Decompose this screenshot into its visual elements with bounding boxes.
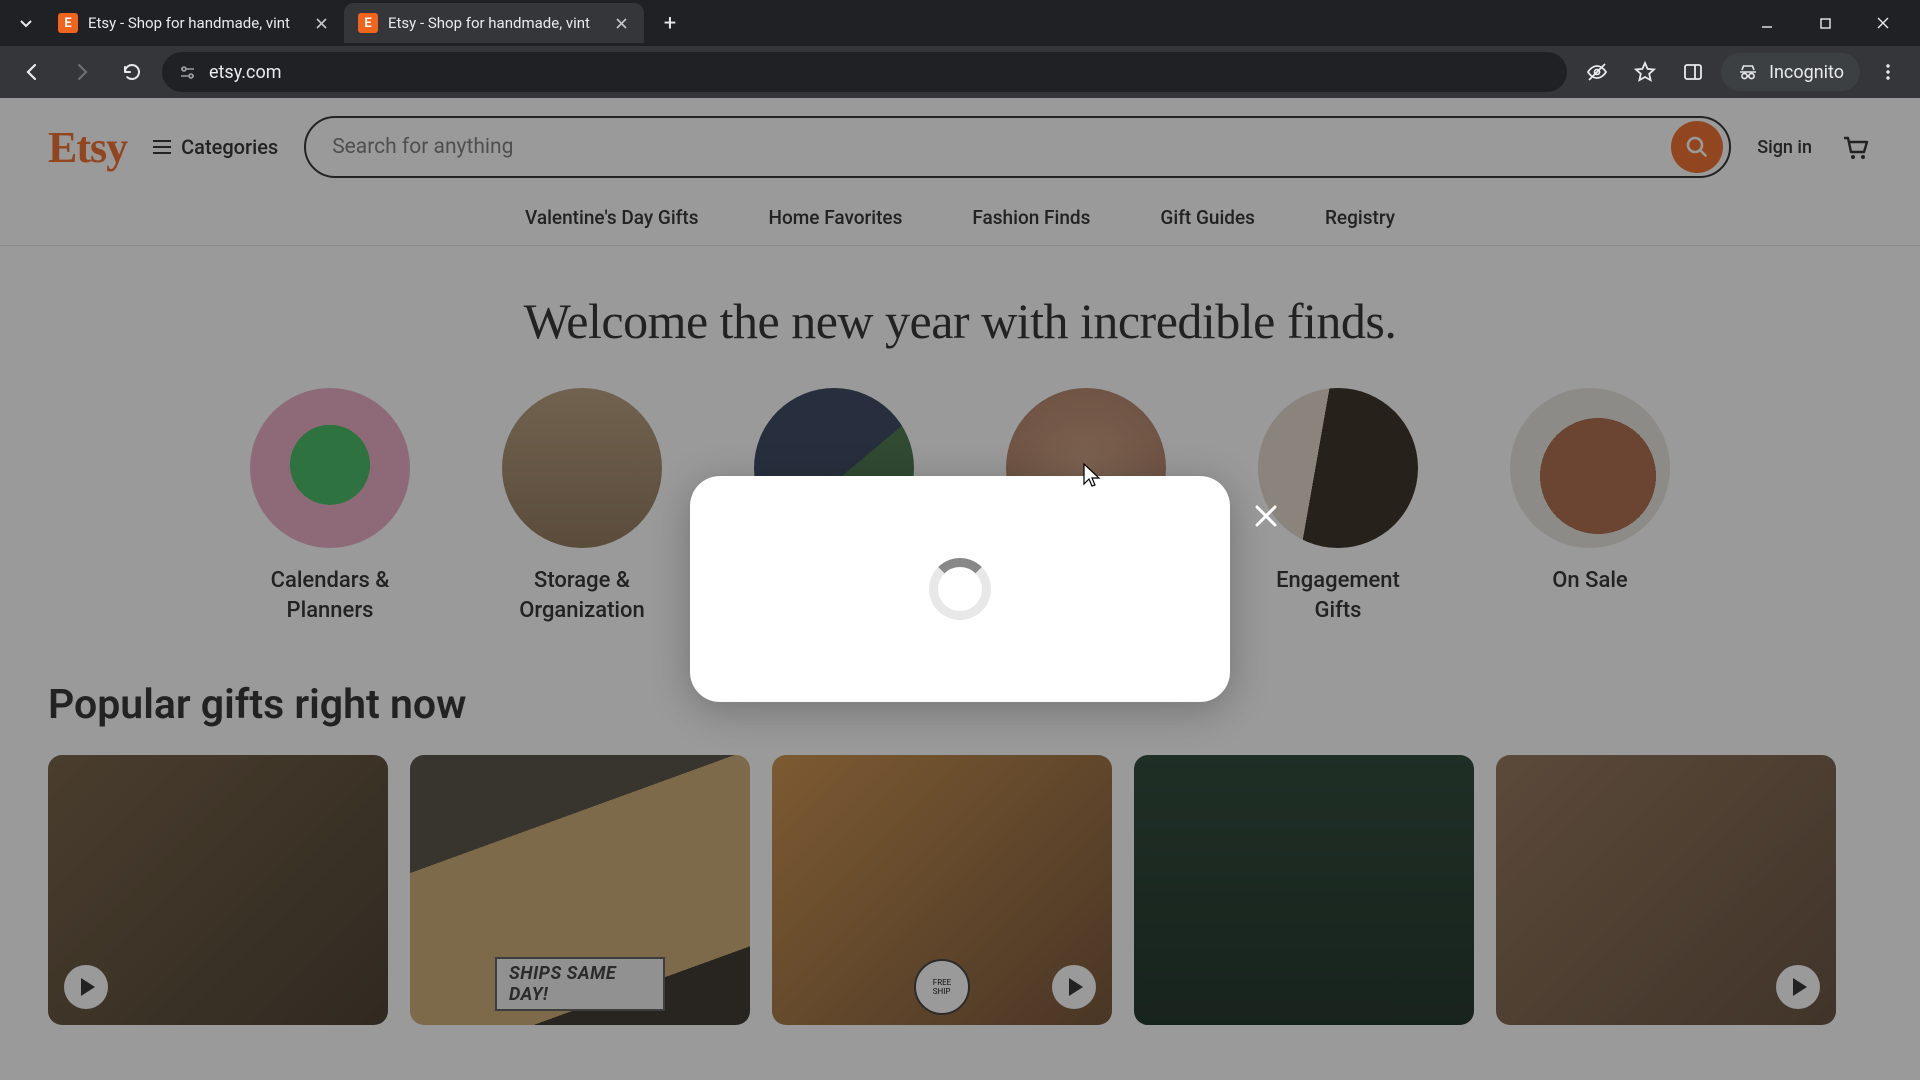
site-settings-icon[interactable]	[178, 63, 197, 82]
etsy-favicon-icon: E	[58, 13, 78, 33]
url-input[interactable]: etsy.com	[162, 52, 1567, 92]
close-icon	[1251, 501, 1281, 531]
modal-overlay[interactable]	[0, 98, 1920, 1080]
browser-tab-0[interactable]: E Etsy - Shop for handmade, vint	[44, 3, 344, 43]
close-icon[interactable]	[312, 14, 330, 32]
browser-menu-button[interactable]	[1868, 52, 1908, 92]
forward-button[interactable]	[62, 52, 102, 92]
etsy-favicon-icon: E	[358, 13, 378, 33]
page-content: Etsy Categories Sign in Valentine's Day …	[0, 98, 1920, 1080]
reload-button[interactable]	[112, 52, 152, 92]
window-controls	[1738, 3, 1912, 43]
modal-close-button[interactable]	[1246, 496, 1286, 536]
bookmark-star-icon[interactable]	[1625, 52, 1665, 92]
tab-title: Etsy - Shop for handmade, vint	[388, 14, 602, 32]
panel-icon[interactable]	[1673, 52, 1713, 92]
incognito-label: Incognito	[1769, 62, 1844, 83]
blocked-eye-icon[interactable]	[1577, 52, 1617, 92]
back-button[interactable]	[12, 52, 52, 92]
address-bar: etsy.com Incognito	[0, 46, 1920, 98]
incognito-badge[interactable]: Incognito	[1721, 53, 1860, 91]
close-icon[interactable]	[612, 14, 630, 32]
modal-wrapper	[690, 476, 1230, 702]
maximize-button[interactable]	[1796, 3, 1854, 43]
url-text: etsy.com	[209, 62, 282, 83]
loading-modal	[690, 476, 1230, 702]
new-tab-button[interactable]: +	[652, 5, 688, 41]
tab-title: Etsy - Shop for handmade, vint	[88, 14, 302, 32]
window-close-button[interactable]	[1854, 3, 1912, 43]
minimize-button[interactable]	[1738, 3, 1796, 43]
tab-bar: E Etsy - Shop for handmade, vint E Etsy …	[0, 0, 1920, 46]
incognito-icon	[1737, 61, 1759, 83]
browser-tab-1[interactable]: E Etsy - Shop for handmade, vint	[344, 3, 644, 43]
tabs-dropdown-icon[interactable]	[8, 5, 44, 41]
spinner-icon	[929, 558, 991, 620]
browser-chrome: E Etsy - Shop for handmade, vint E Etsy …	[0, 0, 1920, 98]
